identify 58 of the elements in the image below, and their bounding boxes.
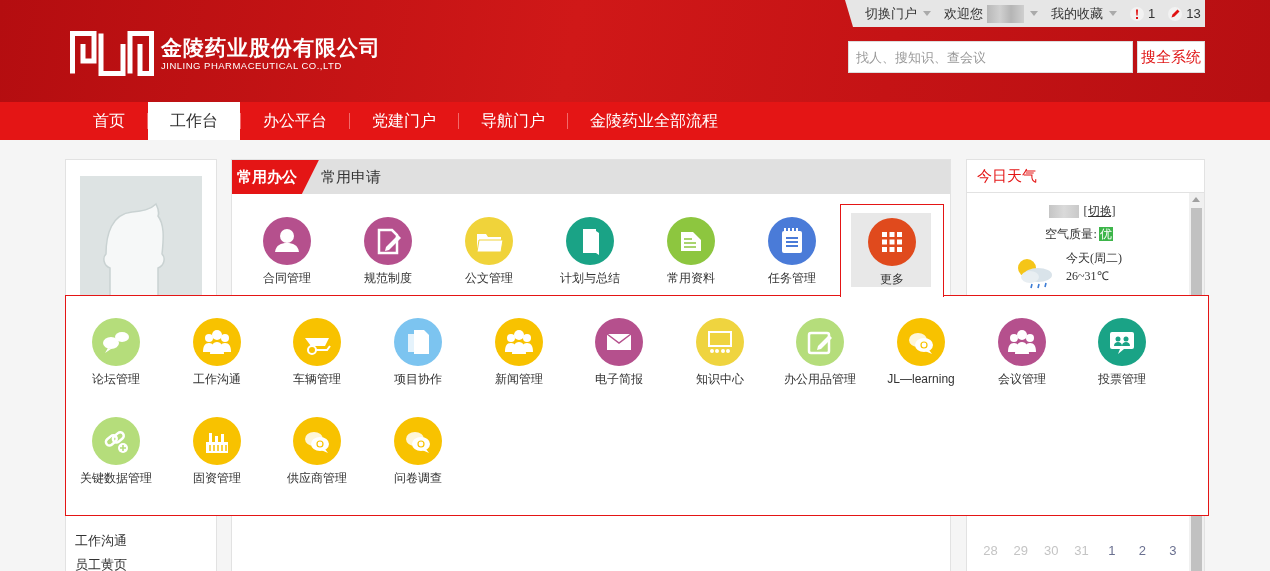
calendar-day[interactable]: 3 — [1157, 540, 1188, 560]
app-shortcut[interactable]: 论坛管理 — [66, 318, 167, 388]
app-shortcut[interactable]: 公文管理 — [438, 204, 540, 297]
app-shortcut[interactable]: 知识中心 — [669, 318, 771, 388]
office-tab[interactable]: 常用办公 — [231, 160, 319, 194]
top-bar-link[interactable]: 切换门户 — [865, 3, 931, 24]
blurred-user-name — [987, 4, 1024, 23]
nav-tab[interactable]: 金陵药业全部流程 — [568, 102, 740, 140]
app-shortcut[interactable]: 更多 — [839, 204, 944, 297]
app-shortcut[interactable]: 办公用品管理 — [770, 318, 871, 388]
caret-icon — [923, 11, 931, 16]
top-bar-link[interactable]: 欢迎您 — [944, 3, 1038, 24]
app-shortcut[interactable]: 项目协作 — [367, 318, 469, 388]
notification-count[interactable]: 13 — [1168, 3, 1201, 24]
scroll-up-arrow-icon[interactable] — [1192, 197, 1201, 202]
sidebar-item[interactable]: 工作沟通 — [75, 529, 216, 553]
alert-icon — [1130, 6, 1144, 21]
calendar-day[interactable]: 2 — [1127, 540, 1158, 560]
app-shortcut[interactable]: 规范制度 — [337, 204, 439, 297]
search-button[interactable]: 搜全系统 — [1137, 41, 1205, 73]
app-shortcut[interactable]: 固资管理 — [166, 417, 268, 487]
nav-tab[interactable]: 党建门户 — [350, 102, 458, 140]
nav-tab[interactable]: 首页 — [71, 102, 147, 140]
nav-tab[interactable]: 办公平台 — [241, 102, 349, 140]
pencil-icon — [1168, 6, 1183, 21]
blurred-city-name — [1048, 204, 1079, 218]
sidebar-item[interactable]: 员工黄页 — [75, 553, 216, 571]
nav-tab[interactable]: 导航门户 — [459, 102, 567, 140]
app-shortcut[interactable]: 合同管理 — [236, 204, 338, 297]
caret-icon — [1030, 11, 1038, 16]
app-shortcut[interactable]: 供应商管理 — [267, 417, 368, 487]
switch-link[interactable]: [切换] — [1083, 202, 1116, 220]
forecast-day: 今天(周二) — [1066, 249, 1123, 267]
company-english-name: JINLING PHARMACEUTICAL CO.,LTD — [161, 59, 343, 72]
caret-icon — [1109, 11, 1117, 16]
logo-icon — [70, 31, 154, 76]
air-quality-badge: 优 — [1098, 227, 1113, 241]
company-name: 金陵药业股份有限公司 — [161, 35, 381, 60]
app-shortcut[interactable]: 关键数据管理 — [66, 417, 167, 487]
search-field[interactable]: 找人、搜知识、查会议 — [848, 41, 1133, 73]
nav-tab[interactable]: 工作台 — [148, 102, 240, 140]
top-bar-link[interactable]: 我的收藏 — [1051, 3, 1117, 24]
panel-title: 今日天气 — [977, 165, 1038, 186]
app-shortcut[interactable]: 电子简报 — [568, 318, 670, 388]
app-shortcut[interactable]: 投票管理 — [1071, 318, 1173, 388]
app-shortcut[interactable]: 问卷调查 — [367, 417, 469, 487]
app-shortcut[interactable]: 会议管理 — [971, 318, 1072, 388]
temperature-range: 26~31℃ — [1066, 268, 1110, 285]
notification-count[interactable]: 1 — [1130, 3, 1156, 24]
app-shortcut[interactable]: JL—learning — [870, 318, 972, 388]
app-shortcut[interactable]: 常用资料 — [640, 204, 742, 297]
app-shortcut[interactable]: 车辆管理 — [267, 318, 368, 388]
calendar-day[interactable]: 1 — [1096, 540, 1128, 560]
air-quality-label: 空气质量: — [1045, 226, 1097, 243]
app-shortcut[interactable]: 计划与总结 — [539, 204, 641, 297]
app-shortcut[interactable]: 工作沟通 — [166, 318, 268, 388]
office-tab[interactable]: 常用申请 — [318, 160, 391, 194]
app-shortcut[interactable]: 新闻管理 — [468, 318, 569, 388]
